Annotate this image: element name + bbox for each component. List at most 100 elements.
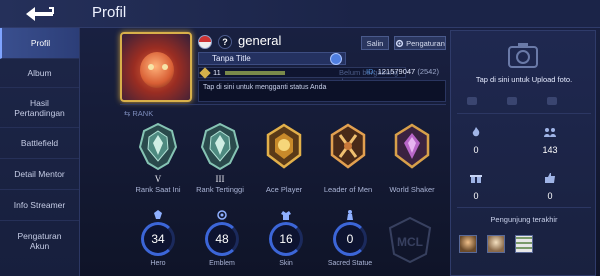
country-flag-icon [198, 35, 212, 49]
avatar-face [140, 52, 174, 88]
rank-tier [380, 174, 444, 184]
stat-value: 48 [205, 222, 239, 256]
stat-value: 143 [542, 145, 558, 155]
rank-panel: ⇆ RANK V Rank Saat Ini III Rank Tertingg… [120, 104, 446, 200]
skin-icon [254, 208, 318, 220]
stat-hero[interactable]: 34 Hero [126, 208, 190, 267]
sidebar-item-info-streamer[interactable]: Info Streamer [0, 190, 79, 221]
upload-photo-text[interactable]: Tap di sini untuk Upload foto. [451, 75, 597, 85]
rank-label: Rank Tertinggi [196, 185, 244, 194]
avatar-eye [148, 64, 154, 70]
sidebar-item-label: Hasil Pertandingan [14, 97, 65, 118]
player-name: general [238, 33, 282, 48]
rank-tier: V [154, 174, 162, 184]
sidebar: Profil Album Hasil Pertandingan Battlefi… [0, 28, 80, 276]
rank-header-label: RANK [132, 109, 154, 118]
profile-card: ? general Salin Pengaturan Tanpa Title 1… [120, 30, 446, 104]
stat-skin[interactable]: 16 Skin [254, 208, 318, 267]
emblem-icon [190, 208, 254, 220]
gear-icon [395, 39, 404, 47]
sidebar-item-battlefield[interactable]: Battlefield [0, 128, 79, 159]
stat-value: 34 [141, 222, 175, 256]
stat-popularity[interactable]: 0 [451, 125, 501, 155]
swap-icon: ⇆ [124, 109, 131, 118]
visitor-avatar[interactable] [459, 235, 477, 253]
stat-likes[interactable]: 0 [525, 171, 575, 201]
visitor-avatar[interactable] [515, 235, 533, 253]
level-badge-icon [199, 67, 211, 79]
visitor-avatar[interactable] [487, 235, 505, 253]
player-id: ID: 121579047 (2542) [366, 67, 439, 76]
photo-thumbnails [451, 97, 597, 109]
camera-icon [508, 43, 538, 68]
status-input[interactable]: Tap di sini untuk mengganti status Anda [198, 80, 446, 102]
rank-emblem-icon [138, 122, 178, 171]
stats-panel: 34 Hero 48 Emblem 16 Skin 0 Sacred Statu… [120, 200, 446, 276]
back-arrow-icon [26, 7, 54, 21]
rank-item-ace-player[interactable]: Ace Player [252, 121, 316, 194]
hero-icon [126, 208, 190, 220]
top-bar: Profil [0, 0, 600, 28]
id-label: ID: [366, 67, 376, 76]
level-number: 11 [213, 68, 221, 77]
stat-sacred-statue[interactable]: 0 Sacred Statue [318, 208, 382, 267]
rank-tier [252, 174, 316, 184]
svg-text:MCL: MCL [397, 235, 423, 249]
group-icon [544, 128, 556, 137]
rank-label: Ace Player [265, 185, 303, 194]
sidebar-item-album[interactable]: Album [0, 59, 79, 88]
sidebar-item-label: Album [27, 68, 52, 78]
divider [457, 207, 591, 208]
stat-value: 0 [473, 145, 479, 155]
ace-player-badge-icon [266, 123, 302, 169]
stat-emblem[interactable]: 48 Emblem [190, 208, 254, 267]
divider [457, 113, 591, 114]
help-icon[interactable]: ? [218, 35, 232, 49]
rank-item-current[interactable]: V Rank Saat Ini [126, 121, 190, 194]
level-progress-bar [225, 71, 285, 75]
stat-label: Hero [150, 260, 166, 267]
page-title: Profil [92, 4, 127, 21]
rank-label: Rank Saat Ini [135, 185, 181, 194]
sidebar-item-label: Pengaturan Akun [17, 231, 62, 251]
sidebar-item-pengaturan-akun[interactable]: Pengaturan Akun [0, 221, 79, 261]
rank-tier: III [215, 174, 225, 184]
settings-label: Pengaturan [406, 38, 445, 48]
stat-value: 0 [333, 222, 367, 256]
settings-button[interactable]: Pengaturan [394, 36, 446, 50]
recent-visitors-label: Pengunjung terakhir [490, 215, 558, 224]
sidebar-item-profil[interactable]: Profil [0, 28, 79, 59]
sidebar-item-detail-mentor[interactable]: Detail Mentor [0, 159, 79, 190]
id-value: 121579047 [377, 67, 416, 76]
stat-gifts[interactable]: 0 [451, 171, 501, 201]
photo-slot-icon[interactable] [547, 97, 557, 105]
stat-value: 0 [547, 191, 553, 201]
upload-photo-button[interactable] [507, 41, 539, 69]
sidebar-item-hasil-pertandingan[interactable]: Hasil Pertandingan [0, 88, 79, 128]
rank-item-highest[interactable]: III Rank Tertinggi [188, 121, 252, 194]
thumbs-up-icon [545, 173, 555, 183]
photo-slot-icon[interactable] [467, 97, 477, 105]
gift-icon [470, 175, 482, 183]
fire-icon [472, 127, 480, 137]
rank-tier [316, 174, 380, 184]
edit-title-icon[interactable] [330, 53, 342, 65]
stat-label: Emblem [209, 260, 235, 267]
avatar[interactable] [120, 32, 192, 102]
rank-label: World Shaker [389, 185, 435, 194]
sidebar-item-label: Profil [30, 38, 51, 48]
right-panel: Tap di sini untuk Upload foto. 0 143 0 0… [450, 30, 596, 276]
stat-friends[interactable]: 143 [525, 125, 575, 155]
sidebar-item-label: Detail Mentor [14, 169, 65, 179]
rank-item-world-shaker[interactable]: World Shaker [380, 121, 444, 194]
rank-item-leader-of-men[interactable]: Leader of Men [316, 121, 380, 194]
avatar-eye [162, 64, 168, 70]
back-button[interactable] [0, 0, 80, 28]
sidebar-item-label: Battlefield [20, 138, 59, 148]
rank-label: Leader of Men [323, 185, 373, 194]
photo-slot-icon[interactable] [507, 97, 517, 105]
player-title[interactable]: Tanpa Title [198, 52, 346, 65]
stat-value: 0 [473, 191, 479, 201]
statue-icon [318, 208, 382, 220]
copy-button[interactable]: Salin [361, 36, 389, 50]
